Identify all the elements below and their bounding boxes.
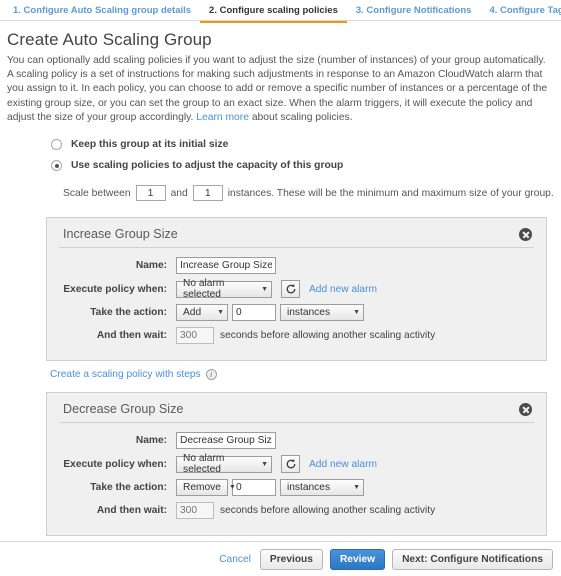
scaling-policy-panel-decrease: Decrease Group Size Name: Execute policy…	[46, 392, 547, 537]
policy-header-increase: Increase Group Size	[59, 226, 534, 249]
policy-wait-row-decrease: And then wait: seconds before allowing a…	[59, 502, 534, 520]
option-keep-initial-size-label: Keep this group at its initial size	[71, 139, 229, 151]
cancel-button[interactable]: Cancel	[219, 554, 251, 565]
min-size-input[interactable]	[135, 185, 166, 202]
policy-alarm-row-decrease: Execute policy when: No alarm selected ▼…	[59, 453, 534, 476]
max-size-input[interactable]	[192, 185, 223, 202]
alarm-select-value-increase: No alarm selected	[183, 278, 225, 301]
alarm-select-value-decrease: No alarm selected	[183, 453, 225, 476]
action-select-value-increase: Add	[183, 307, 202, 319]
tab-configure-notifications[interactable]: 3. Configure Notifications	[347, 1, 481, 23]
policy-wait-row-increase: And then wait: seconds before allowing a…	[59, 327, 534, 345]
take-the-action-label: Take the action:	[90, 307, 167, 319]
policy-action-row-decrease: Take the action: Remove ▼ instances ▼	[59, 479, 534, 497]
scale-range-prefix: Scale between	[63, 187, 131, 199]
close-icon[interactable]	[519, 227, 532, 241]
steps-row-increase: Create a scaling policy with steps i	[50, 369, 547, 381]
cooldown-input-decrease[interactable]	[176, 502, 214, 520]
radio-use-scaling-policies[interactable]	[51, 160, 62, 172]
policy-alarm-row-increase: Execute policy when: No alarm selected ▼…	[59, 278, 534, 301]
action-amount-input-decrease[interactable]	[232, 479, 276, 497]
radio-keep-initial-size[interactable]	[51, 139, 62, 151]
create-policy-with-steps-link-increase[interactable]: Create a scaling policy with steps	[50, 369, 201, 380]
action-select-decrease[interactable]: Remove ▼	[176, 479, 236, 497]
chevron-down-icon: ▼	[261, 460, 268, 468]
scaling-policy-list: Increase Group Size Name: Execute policy…	[46, 217, 547, 556]
chevron-down-icon: ▼	[217, 309, 224, 317]
action-unit-value-increase: instances	[287, 307, 331, 319]
scaling-option-group: Keep this group at its initial size Use …	[51, 139, 553, 172]
refresh-icon	[286, 283, 295, 294]
alarm-select-decrease[interactable]: No alarm selected ▼	[176, 453, 272, 476]
cooldown-suffix-decrease: seconds before allowing another scaling …	[220, 505, 436, 517]
policy-name-input-decrease[interactable]	[176, 432, 276, 450]
action-unit-select-increase[interactable]: instances ▼	[280, 304, 364, 322]
take-the-action-label: Take the action:	[90, 482, 167, 494]
add-new-alarm-link-decrease[interactable]: Add new alarm	[309, 459, 377, 470]
tab-configure-group-details[interactable]: 1. Configure Auto Scaling group details	[4, 1, 200, 23]
name-label: Name:	[135, 435, 167, 447]
and-then-wait-label: And then wait:	[96, 330, 167, 342]
and-then-wait-label: And then wait:	[96, 505, 167, 517]
previous-button[interactable]: Previous	[259, 548, 323, 570]
add-new-alarm-link-increase[interactable]: Add new alarm	[309, 284, 377, 295]
refresh-alarms-button-increase[interactable]	[281, 280, 300, 299]
action-select-increase[interactable]: Add ▼	[176, 304, 228, 322]
tab-configure-scaling-policies[interactable]: 2. Configure scaling policies	[200, 1, 347, 23]
chevron-down-icon: ▼	[228, 484, 236, 492]
intro-paragraph: You can optionally add scaling policies …	[7, 54, 553, 125]
option-keep-initial-size[interactable]: Keep this group at its initial size	[51, 139, 553, 151]
tab-configure-tags[interactable]: 4. Configure Tags	[480, 1, 561, 23]
cooldown-suffix-increase: seconds before allowing another scaling …	[220, 330, 436, 342]
page-content: Create Auto Scaling Group You can option…	[0, 21, 561, 556]
close-icon[interactable]	[519, 402, 532, 416]
scale-range-middle: and	[170, 187, 188, 199]
execute-policy-when-label: Execute policy when:	[63, 458, 167, 470]
refresh-alarms-button-decrease[interactable]	[281, 455, 300, 474]
name-label: Name:	[135, 260, 167, 272]
option-use-scaling-policies[interactable]: Use scaling policies to adjust the capac…	[51, 160, 553, 172]
chevron-down-icon: ▼	[353, 309, 360, 317]
chevron-down-icon: ▼	[353, 484, 360, 492]
action-amount-input-increase[interactable]	[232, 304, 276, 322]
scale-range-row: Scale between and instances. These will …	[63, 185, 554, 202]
intro-tail: about scaling policies.	[251, 111, 353, 123]
policy-name-row-increase: Name:	[59, 257, 534, 275]
cooldown-input-increase[interactable]	[176, 327, 214, 345]
review-button[interactable]: Review	[329, 548, 386, 570]
next-configure-notifications-button[interactable]: Next: Configure Notifications	[392, 548, 553, 570]
chevron-down-icon: ▼	[261, 285, 268, 293]
policy-title-decrease: Decrease Group Size	[63, 402, 184, 417]
info-icon[interactable]: i	[205, 369, 217, 381]
policy-title-increase: Increase Group Size	[63, 227, 178, 242]
action-unit-select-decrease[interactable]: instances ▼	[280, 479, 364, 497]
policy-action-row-increase: Take the action: Add ▼ instances ▼	[59, 304, 534, 322]
policy-name-input-increase[interactable]	[176, 257, 276, 275]
create-auto-scaling-group-page: 1. Configure Auto Scaling group details …	[0, 0, 561, 576]
alarm-select-increase[interactable]: No alarm selected ▼	[176, 278, 272, 301]
scaling-policy-panel-increase: Increase Group Size Name: Execute policy…	[46, 217, 547, 362]
wizard-tab-bar: 1. Configure Auto Scaling group details …	[0, 0, 561, 23]
refresh-icon	[286, 458, 295, 469]
policy-header-decrease: Decrease Group Size	[59, 401, 534, 424]
wizard-footer: Cancel Previous Review Next: Configure N…	[0, 541, 561, 576]
option-use-scaling-policies-label: Use scaling policies to adjust the capac…	[71, 160, 344, 172]
execute-policy-when-label: Execute policy when:	[63, 283, 167, 295]
scale-range-suffix: instances. These will be the minimum and…	[227, 187, 554, 199]
action-unit-value-decrease: instances	[287, 482, 331, 494]
policy-name-row-decrease: Name:	[59, 432, 534, 450]
page-title: Create Auto Scaling Group	[7, 30, 212, 49]
learn-more-link[interactable]: Learn more	[196, 112, 249, 123]
action-select-value-decrease: Remove	[183, 482, 221, 494]
